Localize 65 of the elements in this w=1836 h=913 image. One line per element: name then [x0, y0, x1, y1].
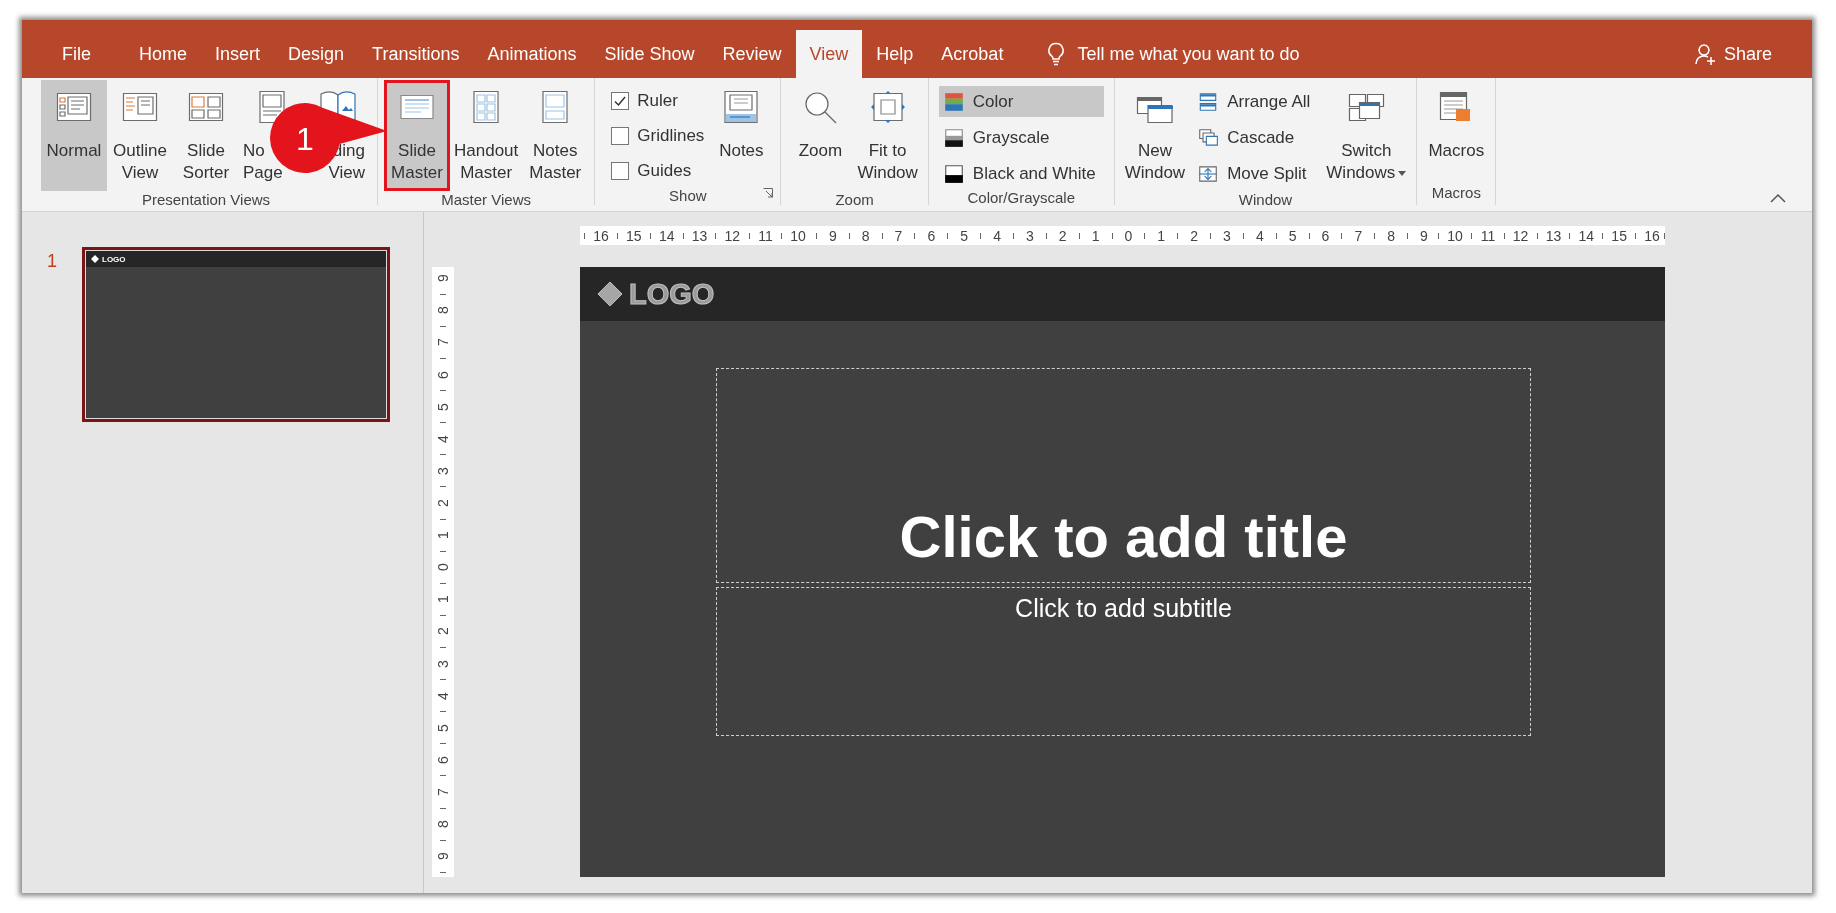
ruler-number: 13: [691, 227, 708, 244]
ruler-number: 16: [1644, 227, 1660, 244]
ruler-number: 7: [436, 788, 450, 796]
ruler-number: 4: [993, 227, 1001, 244]
group-label: Show: [669, 187, 707, 204]
group-label: Presentation Views: [141, 191, 271, 208]
group-label: Master Views: [441, 191, 531, 208]
ruler-number: 7: [1354, 227, 1363, 244]
group-label: Window: [1238, 191, 1293, 208]
ruler-number: 3: [436, 659, 450, 668]
ruler-number: 8: [1387, 227, 1396, 244]
ruler-number: 14: [1578, 227, 1595, 244]
group-label: Macros: [1431, 183, 1481, 201]
ruler-number: 8: [436, 820, 450, 828]
ruler-number: 4: [436, 691, 450, 700]
ruler-number: 3: [1223, 227, 1231, 244]
ruler-number: 9: [1420, 227, 1428, 244]
slide-number: 1: [46, 250, 58, 272]
ruler-number: 10: [790, 227, 806, 244]
ruler-number: 8: [436, 306, 450, 315]
ruler-number: 15: [626, 227, 642, 244]
ruler-number: 7: [436, 338, 450, 347]
ruler-number: 3: [436, 467, 450, 475]
checkbox-label: Ruler: [637, 91, 678, 111]
group-label: Color/Grayscale: [967, 189, 1076, 206]
ruler-number: 2: [1058, 227, 1067, 244]
ruler-number: 1: [1091, 227, 1100, 244]
ruler-number: 4: [1255, 227, 1264, 244]
ruler-number: 15: [1611, 227, 1627, 244]
ruler-number: 9: [828, 227, 837, 244]
ruler-number: 1: [1157, 227, 1166, 244]
ruler-number: 1: [436, 595, 450, 604]
checkbox-label: Guides: [637, 161, 692, 181]
checkbox-label: Gridlines: [637, 126, 705, 146]
group-label: Zoom: [835, 191, 874, 208]
ruler-number: 9: [436, 852, 450, 861]
ruler-number: 6: [436, 756, 450, 764]
ruler-number: 5: [436, 402, 450, 411]
ruler-number: 6: [436, 370, 450, 379]
ruler-number: 12: [1512, 227, 1529, 244]
ruler-number: 12: [724, 227, 741, 244]
ruler-number: 5: [1288, 227, 1297, 244]
ruler-number: 0: [1124, 227, 1133, 244]
logo-text: LOGO: [629, 277, 715, 311]
ruler-number: 16: [593, 227, 609, 244]
logo-text: LOGO: [102, 254, 126, 264]
ruler-number: 11: [1480, 227, 1496, 244]
ruler-number: 2: [1190, 227, 1198, 244]
ruler-number: 6: [927, 227, 936, 244]
ruler-number: 0: [436, 563, 450, 572]
ruler-number: 14: [658, 227, 675, 244]
ruler-number: 13: [1545, 227, 1562, 244]
ruler-number: 1: [436, 531, 450, 540]
ruler-number: 3: [1026, 227, 1034, 244]
ruler-number: 7: [894, 227, 903, 244]
ruler-number: 2: [436, 499, 450, 507]
ruler-number: 5: [960, 227, 969, 244]
ruler-number: 10: [1447, 227, 1463, 244]
ruler-number: 5: [436, 723, 450, 732]
ruler-number: 11: [758, 227, 773, 244]
ruler-number: 8: [861, 227, 870, 244]
ruler-number: 2: [436, 627, 450, 636]
ruler-number: 9: [436, 274, 450, 283]
ruler-number: 4: [436, 434, 450, 443]
ruler-number: 6: [1321, 227, 1330, 244]
